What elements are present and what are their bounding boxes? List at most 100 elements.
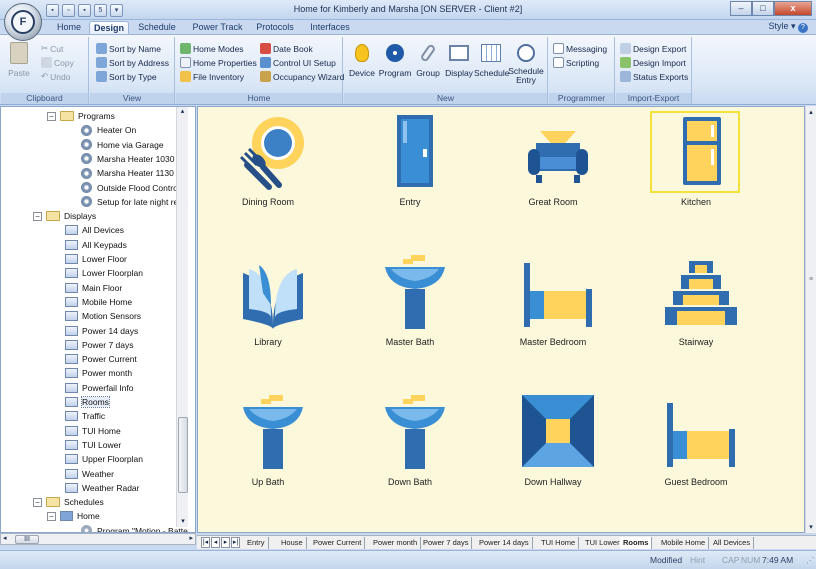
sheet-tab[interactable]: TUI Lower bbox=[582, 537, 624, 549]
sheet-tab[interactable]: Power Current bbox=[310, 537, 366, 549]
new-program-button[interactable]: Program bbox=[378, 41, 412, 78]
tree-display-item[interactable]: Power 7 days bbox=[65, 338, 134, 352]
canvas-vertical-scrollbar[interactable]: ▴ ≡ ▾ bbox=[805, 106, 816, 533]
tree-display-item[interactable]: Weather Radar bbox=[65, 481, 139, 495]
maximize-button[interactable]: □ bbox=[752, 1, 774, 16]
room-tile[interactable]: Down Hallway bbox=[503, 393, 603, 503]
design-import-button[interactable]: Design Import bbox=[620, 57, 686, 68]
new-group-button[interactable]: Group bbox=[414, 41, 442, 78]
tree-program-item[interactable]: Outside Flood Control bbox=[81, 181, 180, 195]
tree-display-item[interactable]: TUI Home bbox=[65, 424, 121, 438]
tree-display-item[interactable]: Rooms bbox=[65, 395, 110, 409]
room-tile[interactable]: Master Bath bbox=[360, 253, 460, 363]
occupancy-wizard-button[interactable]: Occupancy Wizard bbox=[260, 71, 344, 82]
control-ui-setup-button[interactable]: Control UI Setup bbox=[260, 57, 336, 68]
sheet-tab[interactable]: Mobile Home bbox=[658, 537, 710, 549]
home-properties-button[interactable]: Home Properties bbox=[180, 57, 257, 68]
tree-display-item[interactable]: All Keypads bbox=[65, 238, 127, 252]
new-display-button[interactable]: Display bbox=[444, 41, 474, 78]
collapse-icon[interactable]: − bbox=[33, 211, 42, 221]
design-export-button[interactable]: Design Export bbox=[620, 43, 686, 54]
close-button[interactable]: x bbox=[774, 1, 812, 16]
sort-by-type-button[interactable]: Sort by Type bbox=[96, 71, 157, 82]
last-sheet-icon[interactable]: ▸| bbox=[231, 537, 240, 548]
tree-display-item[interactable]: TUI Lower bbox=[65, 438, 121, 452]
cut-button[interactable]: ✂ Cut bbox=[41, 43, 63, 54]
tree-folder-schedules[interactable]: − Schedules bbox=[33, 495, 104, 509]
minimize-button[interactable]: – bbox=[730, 1, 752, 16]
next-sheet-icon[interactable]: ▸ bbox=[221, 537, 230, 548]
tree-display-item[interactable]: Lower Floor bbox=[65, 252, 127, 266]
room-tile[interactable]: Guest Bedroom bbox=[646, 393, 746, 503]
style-menu[interactable]: Style ▾ ? bbox=[768, 21, 808, 33]
tree-display-item[interactable]: Power month bbox=[65, 366, 132, 380]
prev-sheet-icon[interactable]: ◂ bbox=[211, 537, 220, 548]
tree-scroll-thumb[interactable] bbox=[178, 417, 188, 493]
undo-button[interactable]: ↶ Undo bbox=[41, 71, 70, 82]
tree-display-item[interactable]: Power Current bbox=[65, 352, 137, 366]
room-tile[interactable]: Master Bedroom bbox=[503, 253, 603, 363]
sheet-tab[interactable]: TUI Home bbox=[538, 537, 580, 549]
scroll-down-icon[interactable]: ▾ bbox=[177, 517, 189, 527]
tree-hscroll-thumb[interactable]: III bbox=[15, 535, 39, 544]
tree-schedule-program[interactable]: Program "Motion - Batte bbox=[81, 524, 188, 532]
sheet-tab[interactable]: All Devices bbox=[710, 537, 755, 549]
room-tile[interactable]: Kitchen bbox=[646, 111, 746, 223]
copy-button[interactable]: Copy bbox=[41, 57, 74, 68]
scroll-right-icon[interactable]: ▸ bbox=[189, 534, 193, 542]
room-tile[interactable]: Up Bath bbox=[218, 393, 318, 503]
collapse-icon[interactable]: − bbox=[47, 511, 56, 521]
tree-program-item[interactable]: Marsha Heater 1130 bbox=[81, 166, 174, 180]
tree-display-item[interactable]: Mobile Home bbox=[65, 295, 132, 309]
sheet-tab[interactable]: Power 7 days bbox=[420, 537, 473, 549]
help-icon[interactable]: ? bbox=[798, 23, 808, 33]
room-tile[interactable]: Stairway bbox=[646, 253, 746, 363]
tree-display-item[interactable]: Lower Floorplan bbox=[65, 266, 143, 280]
room-tile[interactable]: Dining Room bbox=[218, 113, 318, 223]
tree-horizontal-scrollbar[interactable]: ◂ III ▸ bbox=[0, 533, 196, 545]
sheet-tab[interactable]: House bbox=[278, 537, 307, 549]
sheet-tab[interactable]: Entry bbox=[244, 537, 269, 549]
tree-program-item[interactable]: Home via Garage bbox=[81, 138, 164, 152]
room-tile[interactable]: Entry bbox=[360, 113, 460, 223]
tree-display-item[interactable]: All Devices bbox=[65, 223, 124, 237]
sheet-tab[interactable]: Power 14 days bbox=[476, 537, 533, 549]
paste-button[interactable]: Paste bbox=[5, 41, 33, 78]
tree-display-item[interactable]: Motion Sensors bbox=[65, 309, 141, 323]
room-tile[interactable]: Great Room bbox=[503, 113, 603, 223]
date-book-button[interactable]: Date Book bbox=[260, 43, 313, 54]
application-menu-button[interactable]: F bbox=[4, 3, 42, 41]
tab-power-track[interactable]: Power Track bbox=[190, 21, 245, 34]
tree-display-item[interactable]: Main Floor bbox=[65, 281, 122, 295]
new-device-button[interactable]: Device bbox=[348, 41, 376, 78]
tab-interfaces[interactable]: Interfaces bbox=[306, 21, 354, 34]
tab-home[interactable]: Home bbox=[52, 21, 86, 34]
scroll-down-icon[interactable]: ▾ bbox=[806, 523, 816, 531]
tree-display-item[interactable]: Powerfail Info bbox=[65, 381, 134, 395]
resize-grip-icon[interactable]: ⋰ bbox=[806, 555, 815, 566]
sheet-tab[interactable]: Rooms bbox=[620, 537, 653, 549]
tree-schedule-home[interactable]: − Home bbox=[47, 509, 100, 523]
tab-schedule[interactable]: Schedule bbox=[133, 21, 181, 34]
tab-protocols[interactable]: Protocols bbox=[251, 21, 299, 34]
tree-vertical-scrollbar[interactable]: ▴ ▾ bbox=[176, 107, 188, 527]
sheet-tab[interactable]: Power month bbox=[370, 537, 422, 549]
tree-display-item[interactable]: Weather bbox=[65, 467, 114, 481]
sort-by-address-button[interactable]: Sort by Address bbox=[96, 57, 169, 68]
tree-program-item[interactable]: Heater On bbox=[81, 123, 136, 137]
collapse-icon[interactable]: − bbox=[33, 497, 42, 507]
tab-design[interactable]: Design bbox=[89, 21, 129, 34]
new-schedule-entry-button[interactable]: Schedule Entry bbox=[508, 41, 544, 85]
tree-display-item[interactable]: Upper Floorplan bbox=[65, 452, 143, 466]
tree-display-item[interactable]: Traffic bbox=[65, 409, 105, 423]
messaging-button[interactable]: Messaging bbox=[553, 43, 607, 54]
tree-folder-displays[interactable]: − Displays bbox=[33, 209, 96, 223]
sort-by-name-button[interactable]: Sort by Name bbox=[96, 43, 161, 54]
scroll-left-icon[interactable]: ◂ bbox=[3, 534, 7, 542]
room-tile[interactable]: Down Bath bbox=[360, 393, 460, 503]
tree-display-item[interactable]: Power 14 days bbox=[65, 324, 138, 338]
status-exports-button[interactable]: Status Exports bbox=[620, 71, 688, 82]
scroll-grip-icon[interactable]: ≡ bbox=[806, 276, 816, 283]
scripting-button[interactable]: Scripting bbox=[553, 57, 599, 68]
scroll-up-icon[interactable]: ▴ bbox=[177, 107, 188, 117]
